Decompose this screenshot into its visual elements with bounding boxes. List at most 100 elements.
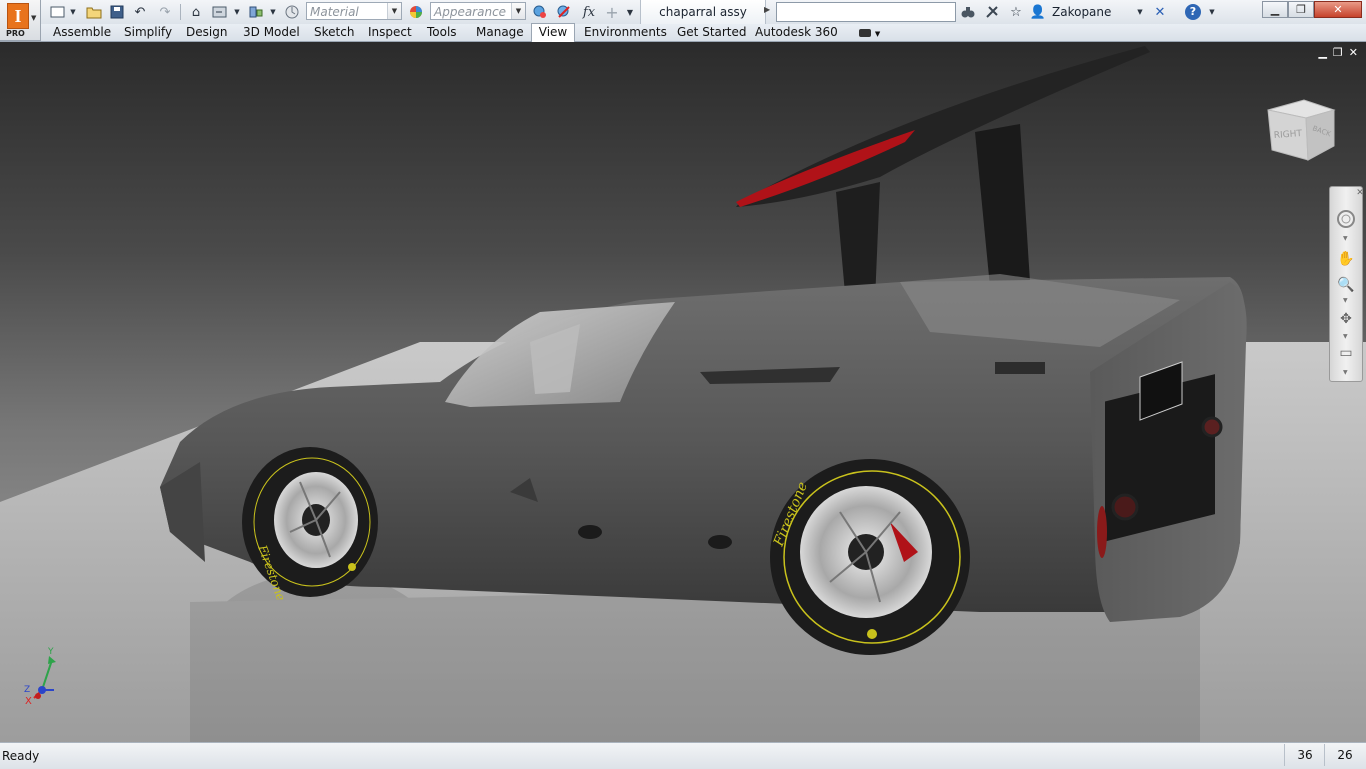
chevron-down-icon: ▼ bbox=[31, 14, 37, 22]
window-restore-button[interactable]: ❐ bbox=[1288, 1, 1314, 18]
viewport-window-controls: ▁ ❐ ✕ bbox=[1318, 46, 1358, 59]
plus-icon: + bbox=[605, 2, 619, 22]
document-tab[interactable]: chaparral assy bbox=[640, 0, 766, 24]
orbit-button[interactable]: ✥ bbox=[1336, 309, 1356, 329]
select-priority-dropdown[interactable]: ▼ bbox=[268, 2, 278, 22]
satellite-icon bbox=[986, 6, 998, 18]
graphics-viewport[interactable]: Firestone Firestone ▁ ❐ ✕ RIGHT BACK ✕ ▼… bbox=[0, 42, 1366, 742]
tab-autodesk-360[interactable]: Autodesk 360 bbox=[754, 24, 839, 41]
sign-in-button[interactable]: 👤 bbox=[1030, 2, 1046, 22]
triad-x-label: X bbox=[25, 696, 32, 706]
tab-assemble[interactable]: Assemble bbox=[52, 24, 112, 41]
communication-center-button[interactable] bbox=[982, 2, 1002, 22]
restore-icon: ❐ bbox=[1296, 3, 1306, 16]
material-placeholder: Material bbox=[310, 5, 359, 19]
edition-badge: PRO bbox=[6, 29, 25, 38]
help-dropdown[interactable]: ▼ bbox=[1206, 2, 1218, 22]
viewport-restore-icon[interactable]: ❐ bbox=[1333, 46, 1343, 59]
chevron-down-icon[interactable]: ▼ bbox=[1343, 369, 1348, 376]
window-minimize-button[interactable]: ▁ bbox=[1262, 1, 1288, 18]
tab-design[interactable]: Design bbox=[185, 24, 228, 41]
chevron-down-icon: ▼ bbox=[626, 7, 634, 17]
search-button[interactable] bbox=[958, 2, 978, 22]
pan-button[interactable]: ✋ bbox=[1336, 249, 1356, 269]
tab-manage[interactable]: Manage bbox=[475, 24, 525, 41]
exchange-apps-button[interactable]: ✕ bbox=[1150, 2, 1170, 22]
tab-get-started[interactable]: Get Started bbox=[676, 24, 748, 41]
tab-inspect[interactable]: Inspect bbox=[367, 24, 413, 41]
parameters-button[interactable]: fx bbox=[578, 2, 600, 22]
chevron-down-icon: ▼ bbox=[874, 30, 881, 38]
view-cube-right-label: RIGHT bbox=[1274, 129, 1303, 141]
redo-button[interactable]: ↷ bbox=[155, 2, 175, 22]
formula-icon: fx bbox=[582, 4, 596, 20]
measure-button[interactable]: + bbox=[603, 2, 621, 22]
model-scene: Firestone Firestone bbox=[0, 46, 1366, 742]
new-file-icon bbox=[50, 6, 65, 18]
wing-strut-rear bbox=[975, 124, 1030, 287]
user-icon: 👤 bbox=[1029, 4, 1047, 20]
appearance-combobox[interactable]: Appearance ▼ bbox=[430, 2, 526, 20]
customize-toolbar-dropdown[interactable]: ▼ bbox=[623, 2, 637, 22]
new-file-dropdown[interactable]: ▼ bbox=[68, 2, 78, 22]
help-icon: ? bbox=[1185, 4, 1201, 20]
tab-3d-model[interactable]: 3D Model bbox=[242, 24, 301, 41]
tab-view[interactable]: View bbox=[531, 23, 575, 42]
chevron-down-icon[interactable]: ▼ bbox=[1343, 297, 1348, 304]
return-button[interactable] bbox=[210, 2, 230, 22]
adjust-appearance-button[interactable] bbox=[530, 2, 550, 22]
select-priority-button[interactable] bbox=[246, 2, 266, 22]
ribbon-minimize-button[interactable]: ▼ bbox=[858, 24, 881, 41]
orbit-icon: ✥ bbox=[1340, 311, 1352, 327]
zoom-button[interactable]: 🔍 bbox=[1336, 275, 1356, 295]
ribbon-toggle-icon bbox=[859, 28, 871, 37]
new-file-button[interactable] bbox=[48, 2, 68, 22]
steering-wheel-button[interactable] bbox=[1336, 209, 1356, 229]
tab-environments[interactable]: Environments bbox=[583, 24, 668, 41]
tab-simplify[interactable]: Simplify bbox=[123, 24, 173, 41]
side-hole-front bbox=[578, 525, 602, 539]
update-button[interactable] bbox=[282, 2, 302, 22]
chevron-down-icon[interactable]: ▼ bbox=[511, 3, 525, 19]
chevron-down-icon[interactable]: ▼ bbox=[1343, 235, 1348, 242]
front-wheel bbox=[242, 447, 378, 597]
occurrence-count: 36 bbox=[1284, 744, 1325, 766]
clear-appearance-button[interactable] bbox=[554, 2, 574, 22]
tab-tools[interactable]: Tools bbox=[426, 24, 458, 41]
material-combobox[interactable]: Material ▼ bbox=[306, 2, 402, 20]
user-dropdown[interactable]: ▼ bbox=[1134, 2, 1146, 22]
tail-light-right bbox=[1201, 416, 1223, 438]
navbar-close-icon[interactable]: ✕ bbox=[1350, 183, 1366, 203]
triad-y-label: Y bbox=[47, 647, 54, 657]
return-dropdown[interactable]: ▼ bbox=[232, 2, 242, 22]
search-input[interactable] bbox=[776, 2, 956, 22]
color-wheel-button[interactable] bbox=[406, 2, 426, 22]
redo-icon: ↷ bbox=[159, 4, 171, 20]
user-name[interactable]: Zakopane bbox=[1052, 3, 1111, 21]
undo-button[interactable]: ↶ bbox=[130, 2, 150, 22]
separator bbox=[180, 4, 181, 20]
navigation-bar: ✕ ▼ ✋ 🔍 ▼ ✥ ▼ ▭ ▼ bbox=[1329, 183, 1366, 382]
look-at-button[interactable]: ▭ bbox=[1336, 343, 1356, 363]
chevron-down-icon[interactable]: ▼ bbox=[387, 3, 401, 19]
tab-sketch[interactable]: Sketch bbox=[313, 24, 355, 41]
open-button[interactable] bbox=[84, 2, 104, 22]
save-button[interactable] bbox=[107, 2, 127, 22]
chevron-down-icon[interactable]: ▼ bbox=[1343, 333, 1348, 340]
favorites-button[interactable]: ☆ bbox=[1006, 2, 1026, 22]
steering-wheel-icon bbox=[1337, 210, 1355, 228]
application-menu-button[interactable]: I PRO ▼ bbox=[0, 0, 41, 41]
status-text: Ready bbox=[2, 749, 40, 763]
viewport-minimize-icon[interactable]: ▁ bbox=[1318, 46, 1326, 59]
home-view-button[interactable]: ⌂ bbox=[186, 2, 206, 22]
view-cube[interactable]: RIGHT BACK bbox=[1264, 96, 1338, 162]
help-button[interactable]: ? bbox=[1182, 2, 1204, 22]
undo-icon: ↶ bbox=[134, 4, 146, 20]
exchange-x-icon: ✕ bbox=[1154, 4, 1166, 20]
window-close-button[interactable]: ✕ bbox=[1314, 1, 1362, 18]
triad-z-label: Z bbox=[24, 685, 30, 695]
search-expand-icon[interactable]: ▶ bbox=[764, 5, 770, 14]
status-bar: Ready 36 26 bbox=[0, 742, 1366, 769]
home-icon: ⌂ bbox=[191, 4, 201, 20]
viewport-close-icon[interactable]: ✕ bbox=[1349, 46, 1358, 59]
